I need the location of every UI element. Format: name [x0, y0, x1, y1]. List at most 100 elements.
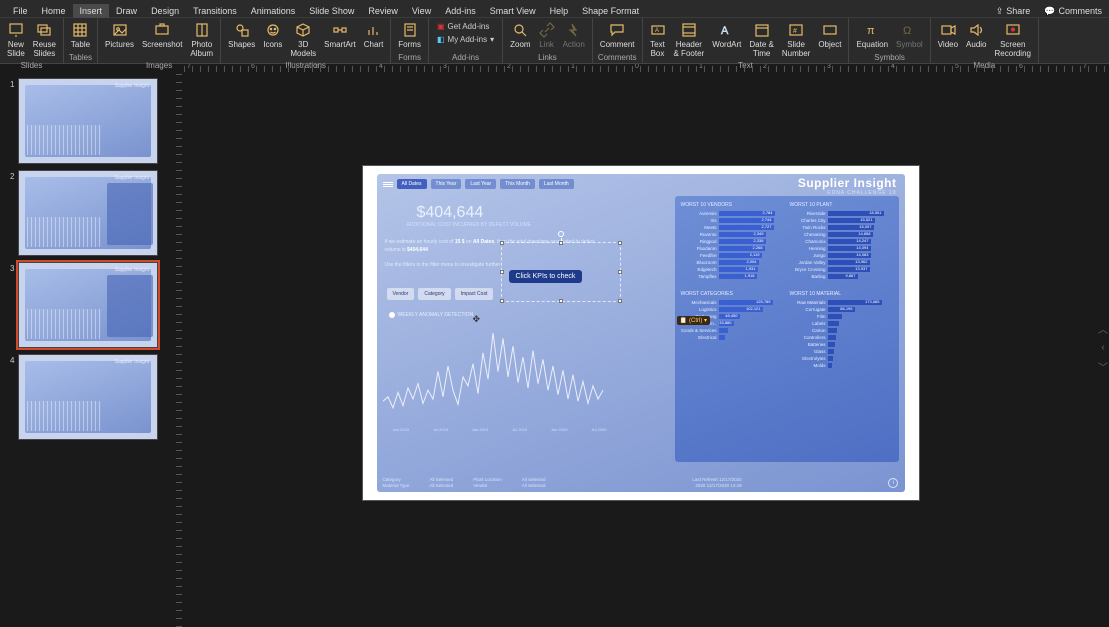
zoom-button[interactable]: Zoom	[507, 20, 533, 51]
action-icon	[566, 22, 582, 38]
chevron-left-icon[interactable]: ‹	[1101, 342, 1104, 353]
menu-file[interactable]: File	[6, 4, 35, 18]
paste-options-badge[interactable]: 📋(Ctrl) ▾	[677, 316, 711, 325]
date-time-button[interactable]: Date & Time	[746, 20, 776, 60]
menu-help[interactable]: Help	[543, 4, 576, 18]
canvas-right-gutter: ︿ ‹ ﹀	[1097, 74, 1109, 621]
thumb-number: 1	[10, 78, 18, 164]
panel-heading: WORST CATEGORIES	[681, 291, 784, 297]
slide-thumbnail-panel[interactable]: 1 Supplier Insight 2 Supplier Insight 3 …	[0, 74, 174, 621]
action-label: Action	[563, 40, 585, 49]
shapes-label: Shapes	[228, 40, 255, 49]
bar-item: Logistics102,121	[681, 307, 784, 312]
resize-handle[interactable]	[559, 241, 563, 245]
menu-review[interactable]: Review	[361, 4, 405, 18]
my-addins-button[interactable]: ◧My Add-ins ▾	[437, 35, 494, 44]
slide-thumbnail-4[interactable]: Supplier Insight	[18, 354, 158, 440]
chevron-down-icon[interactable]: ﹀	[1098, 359, 1108, 374]
audio-button[interactable]: Audio	[963, 20, 989, 51]
ribbon: New Slide Reuse Slides Slides Table Tabl…	[0, 18, 1109, 64]
resize-handle[interactable]	[500, 241, 504, 245]
resize-handle[interactable]	[559, 299, 563, 303]
svg-text:A: A	[721, 25, 729, 37]
callout-shape[interactable]: Click KPIs to check	[509, 270, 583, 283]
menu-home[interactable]: Home	[35, 4, 73, 18]
share-button[interactable]: ⇪Share	[989, 4, 1038, 18]
bar-item: Tampflex1,918	[681, 274, 784, 279]
header-footer-button[interactable]: Header & Footer	[671, 20, 708, 60]
equation-button[interactable]: πEquation	[853, 20, 891, 51]
vertical-ruler[interactable]	[174, 74, 184, 621]
hamburger-icon	[383, 182, 393, 187]
link-button[interactable]: Link	[536, 20, 558, 51]
slide-number-button[interactable]: #Slide Number	[779, 20, 813, 60]
resize-handle[interactable]	[500, 270, 504, 274]
menu-insert[interactable]: Insert	[73, 4, 110, 18]
pictures-button[interactable]: Pictures	[102, 20, 137, 51]
comment-button[interactable]: Comment	[597, 20, 638, 51]
menu-draw[interactable]: Draw	[109, 4, 144, 18]
3d-models-button[interactable]: 3D Models	[287, 20, 319, 60]
rotate-handle[interactable]	[558, 231, 564, 237]
textbox-icon: A	[650, 22, 666, 38]
get-addins-button[interactable]: ▣Get Add-ins	[437, 22, 494, 31]
textbox-button[interactable]: A Text Box	[647, 20, 669, 60]
menu-design[interactable]: Design	[144, 4, 186, 18]
symbol-button[interactable]: ΩSymbol	[893, 20, 926, 51]
menu-smartview[interactable]: Smart View	[483, 4, 543, 18]
reuse-slides-label: Reuse Slides	[33, 40, 56, 58]
slide-thumbnail-2[interactable]: Supplier Insight	[18, 170, 158, 256]
screen-recording-button[interactable]: Screen Recording	[992, 20, 1034, 60]
bar-item: Twin Rocks15,097	[790, 225, 893, 230]
horizontal-ruler-row	[0, 64, 1109, 74]
menu-view[interactable]: View	[405, 4, 438, 18]
wordart-button[interactable]: A WordArt	[709, 20, 744, 51]
slide-thumbnail-1[interactable]: Supplier Insight	[18, 78, 158, 164]
svg-text:Ω: Ω	[903, 25, 911, 37]
bar-item: Fluxdamn2,268	[681, 246, 784, 251]
bar-item: Carton	[790, 328, 893, 333]
resize-handle[interactable]	[618, 299, 622, 303]
info-icon: i	[888, 478, 898, 488]
chevron-up-icon[interactable]: ︿	[1098, 321, 1108, 336]
cube-icon	[295, 22, 311, 38]
resize-handle[interactable]	[618, 241, 622, 245]
shapes-button[interactable]: Shapes	[225, 20, 258, 51]
new-slide-label: New Slide	[7, 40, 25, 58]
smartart-button[interactable]: SmartArt	[321, 20, 359, 51]
table-button[interactable]: Table	[68, 20, 93, 51]
audio-icon	[968, 22, 984, 38]
photo-album-icon	[194, 22, 210, 38]
icons-button[interactable]: Icons	[260, 20, 285, 51]
forms-button[interactable]: Forms	[395, 20, 424, 51]
menu-addins[interactable]: Add-ins	[438, 4, 483, 18]
resize-handle[interactable]	[500, 299, 504, 303]
chart-button[interactable]: Chart	[361, 20, 387, 51]
nav-pill: Last Month	[539, 179, 574, 189]
object-button[interactable]: Object	[815, 20, 844, 51]
screenshot-button[interactable]: Screenshot	[139, 20, 185, 51]
wordart-label: WordArt	[712, 40, 741, 49]
bar-item: Aurensis2,784	[681, 211, 784, 216]
menu-animations[interactable]: Animations	[244, 4, 303, 18]
nav-pill: This Month	[500, 179, 535, 189]
reuse-slides-button[interactable]: Reuse Slides	[30, 20, 59, 60]
forms-label: Forms	[398, 40, 421, 49]
video-button[interactable]: Video	[935, 20, 961, 51]
menu-shapeformat[interactable]: Shape Format	[575, 4, 646, 18]
comments-button[interactable]: 💬Comments	[1037, 4, 1109, 18]
menu-bar: File Home Insert Draw Design Transitions…	[0, 4, 1109, 18]
menu-transitions[interactable]: Transitions	[186, 4, 244, 18]
slide[interactable]: All Dates This Year Last Year This Month…	[363, 166, 919, 500]
puzzle-icon: ◧	[437, 35, 445, 44]
action-button[interactable]: Action	[560, 20, 588, 51]
photo-album-button[interactable]: Photo Album	[187, 20, 216, 60]
resize-handle[interactable]	[618, 270, 622, 274]
x-tick: Jan 2019	[472, 427, 488, 432]
slide-thumbnail-3[interactable]: Supplier Insight	[18, 262, 158, 348]
slide-canvas[interactable]: All Dates This Year Last Year This Month…	[184, 74, 1097, 621]
textbox-label: Text Box	[650, 40, 665, 58]
menu-slideshow[interactable]: Slide Show	[302, 4, 361, 18]
horizontal-ruler[interactable]	[184, 64, 1109, 74]
new-slide-button[interactable]: New Slide	[4, 20, 28, 60]
